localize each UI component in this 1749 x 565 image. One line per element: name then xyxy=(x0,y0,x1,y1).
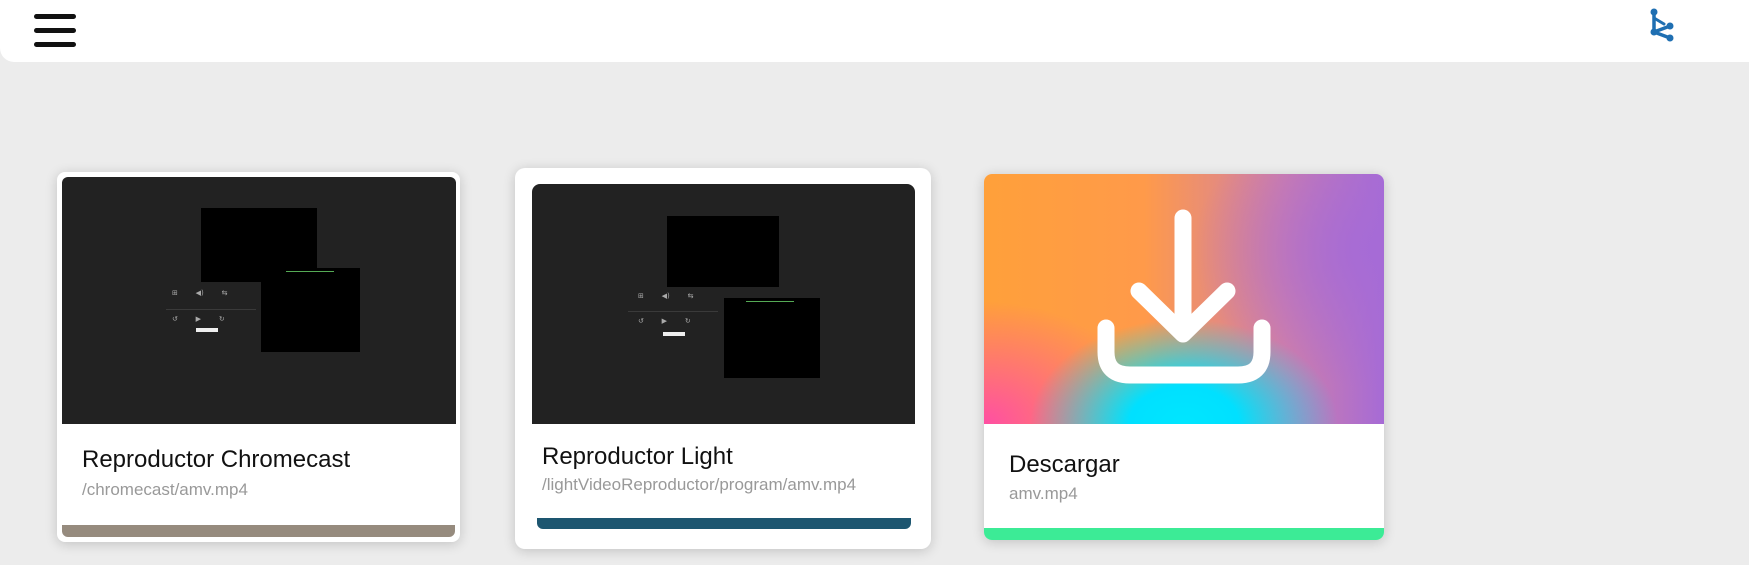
preview-console-text xyxy=(746,301,794,302)
hamburger-menu-icon xyxy=(34,14,76,48)
preview-controls-top: ⊞ ◀) ⇆ xyxy=(638,292,694,300)
preview-mini-button xyxy=(196,328,218,332)
preview-controls-bottom: ↺ ▶ ↻ xyxy=(638,317,691,325)
preview-video-box xyxy=(667,216,779,287)
preview-console-box xyxy=(261,268,360,352)
card-light[interactable]: ⊞ ◀) ⇆ ↺ ▶ ↻ Reproductor Light /lightVid… xyxy=(515,168,931,549)
preview-controls-top: ⊞ ◀) ⇆ xyxy=(172,289,228,297)
preview-console-box xyxy=(724,298,820,378)
card-title: Descargar xyxy=(1009,451,1120,478)
preview-controls-bottom: ↺ ▶ ↻ xyxy=(172,315,225,323)
card-thumbnail: ⊞ ◀) ⇆ ↺ ▶ ↻ xyxy=(532,184,915,424)
share-button[interactable] xyxy=(1640,6,1680,46)
menu-button[interactable] xyxy=(34,14,76,48)
card-title: Reproductor Light xyxy=(542,443,733,470)
download-icon xyxy=(1097,209,1271,384)
preview-seek-line xyxy=(166,309,256,310)
card-accent-bar xyxy=(984,528,1384,540)
card-subtitle: /lightVideoReproductor/program/amv.mp4 xyxy=(542,475,857,494)
card-chromecast[interactable]: ⊞ ◀) ⇆ ↺ ▶ ↻ Reproductor Chromecast /chr… xyxy=(57,172,460,542)
card-accent-bar xyxy=(537,518,911,529)
card-thumbnail: ⊞ ◀) ⇆ ↺ ▶ ↻ xyxy=(62,177,456,424)
card-download[interactable]: Descargar amv.mp4 xyxy=(984,174,1384,540)
card-accent-bar xyxy=(62,525,455,537)
preview-seek-line xyxy=(628,311,718,312)
share-icon xyxy=(1650,8,1674,42)
preview-console-text xyxy=(286,271,334,272)
preview-mini-button xyxy=(663,332,685,336)
card-subtitle: amv.mp4 xyxy=(1009,484,1078,503)
card-title: Reproductor Chromecast xyxy=(82,446,351,473)
top-bar xyxy=(0,0,1749,62)
card-thumbnail xyxy=(984,174,1384,424)
card-subtitle: /chromecast/amv.mp4 xyxy=(82,480,248,499)
